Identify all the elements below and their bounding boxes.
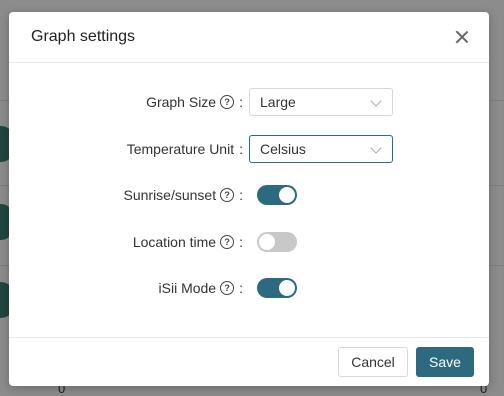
graph-size-label-wrap: Graph Size ? : <box>146 94 243 110</box>
temperature-unit-label: Temperature Unit <box>126 141 235 157</box>
label-colon: : <box>239 234 243 250</box>
label-colon: : <box>239 280 243 296</box>
graph-size-row: Graph Size ? : Large <box>9 86 489 118</box>
chevron-down-icon <box>370 95 382 107</box>
location-time-label-wrap: Location time ? : <box>133 234 243 250</box>
graph-size-value: Large <box>260 94 296 110</box>
dialog-header: Graph settings <box>9 12 489 63</box>
label-colon: : <box>239 141 243 157</box>
help-icon[interactable]: ? <box>220 188 235 202</box>
isii-mode-label: iSii Mode <box>158 280 217 296</box>
dialog-footer: Cancel Save <box>9 337 489 386</box>
sunrise-sunset-toggle[interactable] <box>257 185 297 205</box>
location-time-label: Location time <box>132 234 217 250</box>
toggle-knob <box>279 280 295 296</box>
close-icon[interactable] <box>455 30 469 44</box>
toggle-knob <box>259 234 275 250</box>
sunrise-sunset-label: Sunrise/sunset <box>123 187 217 203</box>
temperature-unit-label-wrap: Temperature Unit : <box>127 141 243 157</box>
temperature-unit-value: Celsius <box>260 141 306 157</box>
toggle-knob <box>279 187 295 203</box>
isii-mode-label-wrap: iSii Mode ? : <box>159 280 243 296</box>
chevron-down-icon <box>370 142 382 154</box>
temperature-unit-row: Temperature Unit : Celsius <box>9 133 489 165</box>
label-colon: : <box>239 187 243 203</box>
location-time-toggle[interactable] <box>257 232 297 252</box>
graph-size-select[interactable]: Large <box>249 88 393 116</box>
isii-mode-row: iSii Mode ? : <box>9 272 489 304</box>
graph-size-label: Graph Size <box>146 94 217 110</box>
isii-mode-toggle[interactable] <box>257 278 297 298</box>
help-icon[interactable]: ? <box>220 281 235 295</box>
label-colon: : <box>239 94 243 110</box>
sunrise-sunset-label-wrap: Sunrise/sunset ? : <box>124 187 244 203</box>
save-button[interactable]: Save <box>416 347 474 377</box>
sunrise-sunset-row: Sunrise/sunset ? : <box>9 179 489 211</box>
location-time-row: Location time ? : <box>9 226 489 258</box>
dialog-title: Graph settings <box>31 28 136 45</box>
graph-settings-dialog: Graph settings Graph Size ? : Large Temp… <box>9 12 489 386</box>
temperature-unit-select[interactable]: Celsius <box>249 135 393 163</box>
help-icon[interactable]: ? <box>220 95 235 109</box>
help-icon[interactable]: ? <box>220 235 235 249</box>
cancel-button[interactable]: Cancel <box>338 347 408 377</box>
